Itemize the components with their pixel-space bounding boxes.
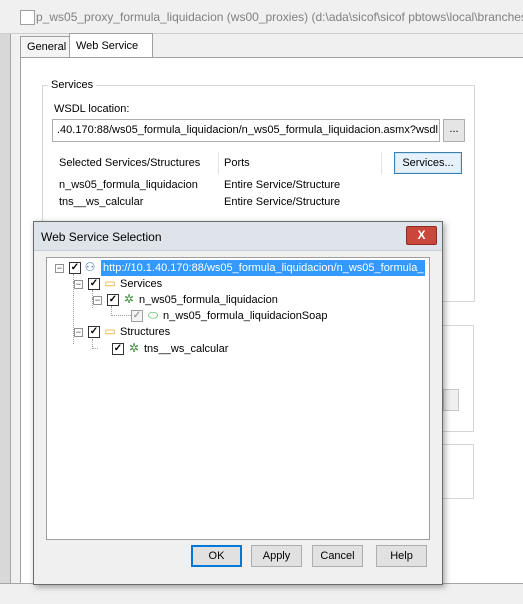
checkbox-checked-icon[interactable]: ✓: [88, 326, 100, 338]
collapse-icon[interactable]: −: [93, 296, 102, 305]
apply-button[interactable]: Apply: [251, 545, 302, 567]
window-title: p_ws05_proxy_formula_liquidacion (ws00_p…: [36, 10, 523, 24]
checkbox-checked-icon[interactable]: ✓: [112, 343, 124, 355]
service-row-name[interactable]: tns__ws_calcular: [59, 196, 143, 208]
services-group-label: Services: [48, 79, 97, 91]
folder-open-icon: ▭: [104, 324, 116, 338]
obscured-field[interactable]: [443, 389, 459, 411]
tree-node-port[interactable]: ✓ ⬭ n_ws05_formula_liquidacionSoap: [47, 308, 427, 324]
service-row-port[interactable]: Entire Service/Structure: [224, 196, 340, 208]
checkbox-checked-icon[interactable]: ✓: [69, 262, 81, 274]
tree-node-services-folder[interactable]: − ✓ ▭ Services: [47, 276, 427, 292]
tab-web-service[interactable]: Web Service: [69, 33, 153, 58]
tree-node-root[interactable]: − ✓ ⚇ http://10.1.40.170:88/ws05_formula…: [47, 260, 427, 276]
help-button[interactable]: Help: [376, 545, 427, 567]
checkbox-checked-icon[interactable]: ✓: [107, 294, 119, 306]
web-service-selection-dialog: Web Service Selection X − ✓ ⚇ http://10.…: [33, 221, 443, 585]
service-gear-icon: ✲: [123, 292, 135, 306]
browse-wsdl-button[interactable]: ...: [443, 119, 465, 142]
left-panel-edge: [0, 0, 11, 603]
folder-open-icon: ▭: [104, 276, 116, 290]
tree-node-label[interactable]: n_ws05_formula_liquidacionSoap: [163, 308, 328, 324]
port-icon: ⬭: [147, 308, 159, 322]
wsdl-location-label: WSDL location:: [54, 103, 130, 115]
collapse-icon[interactable]: −: [55, 264, 64, 273]
tree-node-label[interactable]: Services: [120, 276, 162, 292]
column-header-ports[interactable]: Ports: [224, 157, 250, 169]
checkbox-checked-icon[interactable]: ✓: [88, 278, 100, 290]
document-icon: [20, 10, 35, 25]
structure-gear-icon: ✲: [128, 341, 140, 355]
services-button[interactable]: Services...: [394, 152, 462, 174]
obscured-groupbox: [443, 325, 474, 432]
tree-node-label[interactable]: n_ws05_formula_liquidacion: [139, 292, 278, 308]
tree-node-label[interactable]: http://10.1.40.170:88/ws05_formula_liqui…: [101, 260, 426, 276]
collapse-icon[interactable]: −: [74, 328, 83, 337]
tree-node-label[interactable]: Structures: [120, 324, 170, 340]
service-row-name[interactable]: n_ws05_formula_liquidacion: [59, 179, 198, 191]
tree-node-structure[interactable]: ✓ ✲ tns__ws_calcular: [47, 341, 427, 357]
close-button[interactable]: X: [406, 226, 437, 245]
status-bar: [0, 583, 523, 604]
dialog-title: Web Service Selection: [41, 230, 162, 244]
tree-node-service[interactable]: − ✓ ✲ n_ws05_formula_liquidacion: [47, 292, 427, 308]
column-divider: [218, 152, 219, 174]
window-title-bar: p_ws05_proxy_formula_liquidacion (ws00_p…: [0, 0, 523, 34]
column-divider: [381, 152, 382, 174]
service-row-port[interactable]: Entire Service/Structure: [224, 179, 340, 191]
wsdl-location-input[interactable]: .40.170:88/ws05_formula_liquidacion/n_ws…: [52, 119, 440, 142]
tree-node-label[interactable]: tns__ws_calcular: [144, 341, 228, 357]
column-header-selected-services[interactable]: Selected Services/Structures: [59, 157, 200, 169]
dialog-title-bar: Web Service Selection X: [34, 222, 442, 251]
ok-button[interactable]: OK: [191, 545, 242, 567]
tree-node-structures-folder[interactable]: − ✓ ▭ Structures: [47, 324, 427, 340]
checkbox-checked-disabled-icon: ✓: [131, 310, 143, 322]
web-service-icon: ⚇: [84, 260, 96, 274]
obscured-groupbox: [443, 444, 474, 499]
service-tree: − ✓ ⚇ http://10.1.40.170:88/ws05_formula…: [46, 257, 430, 540]
collapse-icon[interactable]: −: [74, 280, 83, 289]
cancel-button[interactable]: Cancel: [312, 545, 363, 567]
tab-general[interactable]: General: [20, 36, 76, 58]
